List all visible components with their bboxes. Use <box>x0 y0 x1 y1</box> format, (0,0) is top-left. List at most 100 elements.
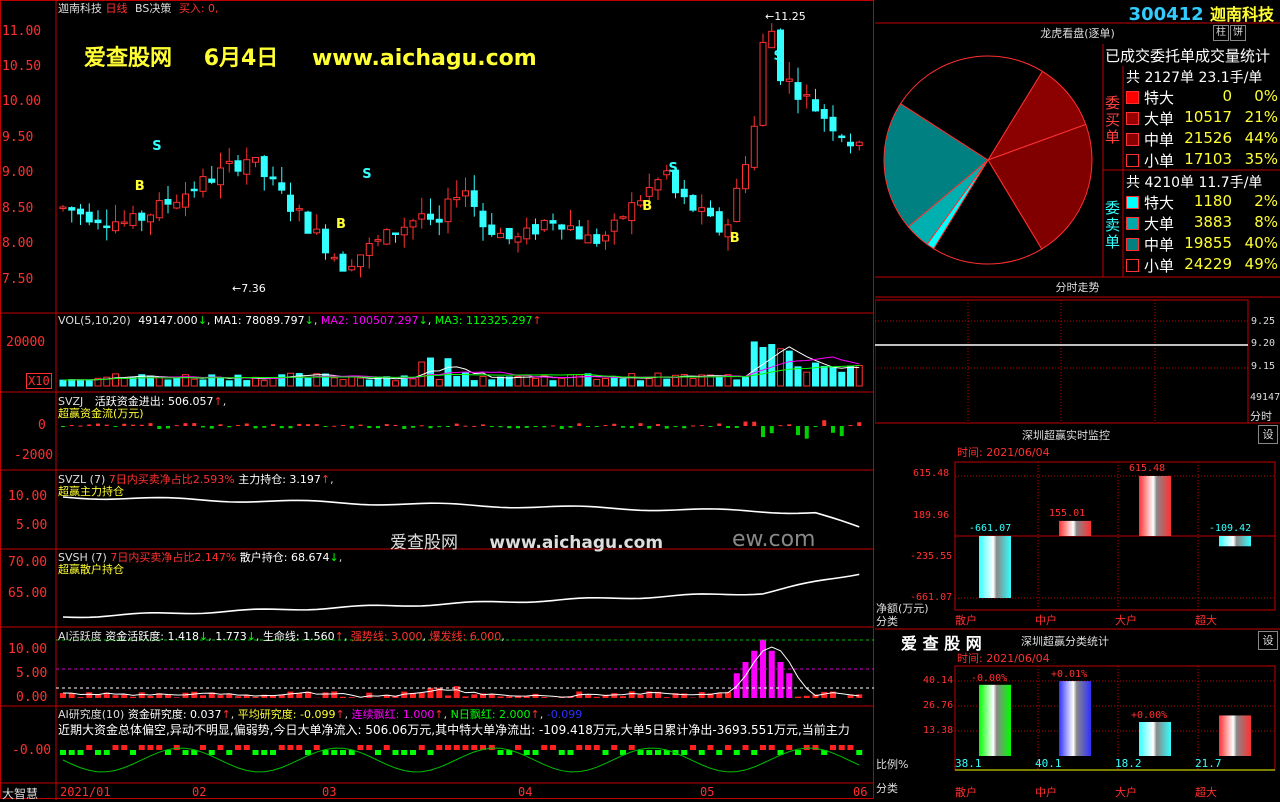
fund-bar <box>245 423 249 426</box>
bar-mode-button[interactable]: 柱 <box>1213 25 1229 41</box>
fund-bar <box>254 426 258 428</box>
fund-bar <box>114 426 118 427</box>
fund-bar <box>499 426 503 427</box>
research-bar <box>270 750 276 755</box>
research-bar <box>471 745 477 750</box>
fund-bar <box>507 426 511 428</box>
candle-body <box>786 79 792 81</box>
research-bar <box>804 745 810 750</box>
fund-bar <box>814 426 818 427</box>
candle-body <box>751 126 757 167</box>
research-bar <box>463 745 469 750</box>
candle-body <box>716 212 722 232</box>
candle-body <box>611 220 617 231</box>
candle-body <box>480 211 486 227</box>
candle-body <box>830 117 836 131</box>
fund-bar <box>455 424 459 426</box>
research-bar <box>436 745 442 750</box>
candle-body <box>410 221 416 227</box>
candle-body <box>524 228 530 239</box>
stock-name: 迦南科技 <box>58 2 102 15</box>
price-tick: 7.50 <box>2 272 33 287</box>
candle-body <box>323 229 329 253</box>
vol-unit-badge[interactable]: X10 <box>26 373 52 389</box>
research-bar <box>323 750 329 755</box>
volume-bars <box>60 342 862 386</box>
candle-body <box>60 207 66 209</box>
fund-bar <box>586 426 590 427</box>
monitor-settings-button[interactable]: 设 <box>1258 425 1278 444</box>
sell-total: 共 4210单 11.7手/单 <box>1126 172 1262 192</box>
legend-swatch <box>1126 133 1139 146</box>
activity-bar <box>349 697 355 698</box>
candle-body <box>550 221 556 223</box>
stats-bar <box>979 685 1011 756</box>
stats-unit: 比例% <box>876 756 908 772</box>
candle-body <box>314 229 320 233</box>
research-bar <box>454 745 460 750</box>
price-tick: 9.50 <box>2 130 33 145</box>
tiger-row: 特大11802% <box>1126 192 1280 212</box>
svsh-tick: 65.00 <box>8 586 47 601</box>
research-bar <box>515 745 521 750</box>
research-bar <box>279 745 285 750</box>
retail-holding-line <box>63 574 859 617</box>
candle-body <box>174 202 180 208</box>
volume-bar <box>113 374 119 386</box>
fund-bar <box>262 426 266 428</box>
research-bar <box>856 750 862 755</box>
fund-bar <box>79 426 83 427</box>
fund-bar <box>131 425 135 426</box>
fund-bar <box>577 423 581 426</box>
research-bar <box>121 745 127 750</box>
fund-bar <box>796 426 800 435</box>
research-bar <box>410 750 416 755</box>
strategy-label[interactable]: BS决策 <box>135 2 171 15</box>
research-bar <box>725 745 731 750</box>
volume-bar <box>349 376 355 386</box>
row-value: 17103 <box>1184 150 1232 168</box>
high-note: ←11.25 <box>765 10 806 23</box>
stats-settings-button[interactable]: 设 <box>1258 631 1278 650</box>
candle-body <box>629 203 635 221</box>
fund-bar <box>604 425 608 426</box>
volume-bar <box>218 378 224 386</box>
watermark-top: 爱查股网 6月4日 www.aichagu.com <box>84 40 537 72</box>
candle-body <box>471 191 477 207</box>
research-bar <box>568 750 574 755</box>
monitor-category: 超大 <box>1195 612 1217 628</box>
activity-bar <box>288 692 294 698</box>
main-chart-area[interactable]: BSBSBSBS 迦南科技 日线 BS决策 买入: 0, 爱查股网 6月4日 w… <box>0 0 874 800</box>
candle-body <box>270 177 276 179</box>
research-bar <box>174 745 180 750</box>
candle-body <box>699 208 705 212</box>
candle-body <box>244 160 250 175</box>
volume-bar <box>734 380 740 386</box>
brand-label[interactable]: 大智慧 <box>2 785 38 802</box>
research-bar <box>576 745 582 750</box>
candle-body <box>463 191 469 196</box>
fund-bar <box>96 424 100 426</box>
candle-body <box>366 244 372 256</box>
research-bar <box>795 750 801 755</box>
fund-bar <box>621 426 625 428</box>
fund-bar <box>429 426 433 428</box>
fund-bar <box>87 424 91 426</box>
fund-bar <box>472 426 476 427</box>
fund-bar <box>822 420 826 426</box>
period-label[interactable]: 日线 <box>106 2 128 15</box>
activity-bar <box>778 662 784 698</box>
volume-bar <box>209 375 215 386</box>
fund-bar <box>647 426 651 429</box>
low-note: ←7.36 <box>232 282 266 295</box>
candle-body <box>568 226 574 230</box>
tiger-pie-chart <box>884 56 1092 264</box>
candle-body <box>594 235 600 244</box>
activity-bar <box>489 694 495 698</box>
activity-bar <box>323 692 329 698</box>
research-bar <box>235 745 241 750</box>
activity-bar <box>445 695 451 698</box>
volume-bar <box>559 378 565 386</box>
fund-bar <box>359 425 363 426</box>
pie-mode-button[interactable]: 饼 <box>1230 25 1246 41</box>
